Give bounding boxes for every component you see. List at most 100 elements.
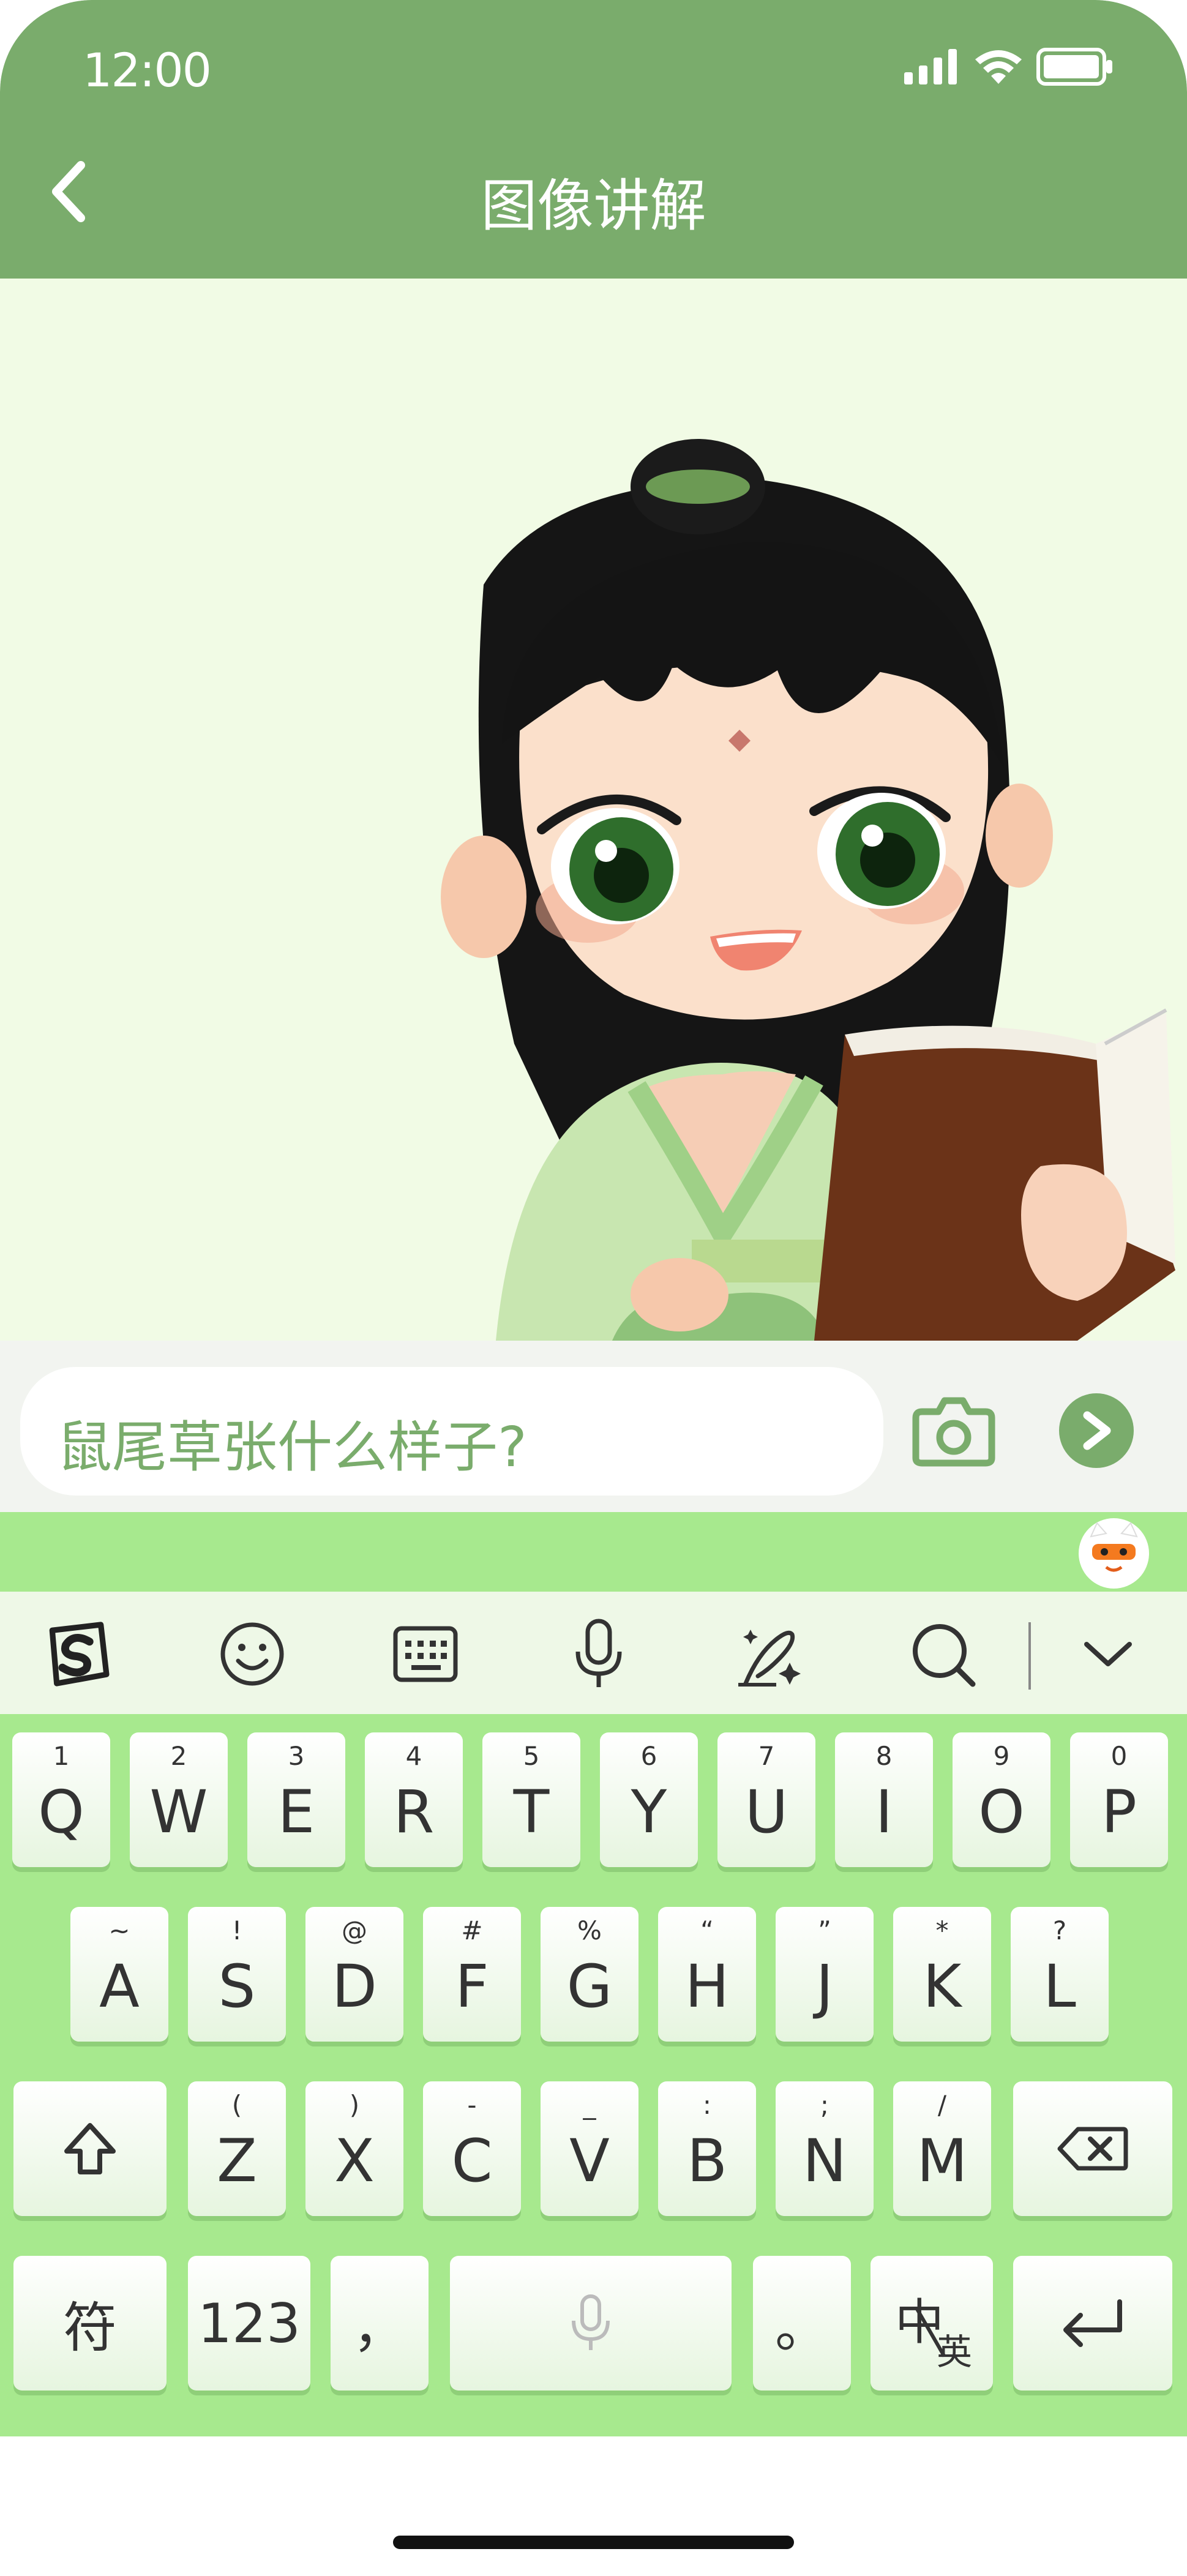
key-f[interactable]: # F (423, 1907, 521, 2042)
key-y[interactable]: 6Y (600, 1732, 698, 1867)
key-sub-label: ) (349, 2090, 360, 2120)
wifi-icon (975, 50, 1022, 84)
key-i[interactable]: 8I (835, 1732, 933, 1867)
key-sub-label: ; (820, 2090, 829, 2120)
key-sub-label: _ (583, 2090, 596, 2120)
key-sub-label: 9 (993, 1741, 1010, 1771)
key-label: Z (217, 2127, 257, 2195)
key-sub-label: 8 (875, 1741, 893, 1771)
send-button[interactable] (1059, 1393, 1134, 1468)
emoji-icon[interactable] (215, 1617, 289, 1691)
microphone-icon (572, 2294, 610, 2350)
keyboard-toolbar (0, 1592, 1187, 1714)
key-a[interactable]: ~ A (70, 1907, 168, 2042)
key-n[interactable]: ; N (776, 2081, 874, 2216)
key-u[interactable]: 7U (717, 1732, 815, 1867)
key-sub-label: 7 (758, 1741, 775, 1771)
key-sub-label: ” (818, 1915, 831, 1945)
key-label: B (687, 2127, 727, 2195)
key-sub-label: 5 (523, 1741, 540, 1771)
key-e[interactable]: 3E (247, 1732, 345, 1867)
key-label: O (978, 1778, 1025, 1846)
camera-icon[interactable] (911, 1393, 997, 1467)
language-switch-key[interactable]: 中 英 (871, 2256, 993, 2391)
shift-key[interactable] (13, 2081, 167, 2216)
key-g[interactable]: % G (541, 1907, 638, 2042)
key-c[interactable]: -C (423, 2081, 521, 2216)
key-sub-label: # (461, 1915, 483, 1945)
microphone-icon[interactable] (562, 1617, 635, 1691)
phone-screen: 12:00 图像讲解 鼠尾草张什么样子? 1 Q 2 W 3 E 4 R 5 T… (0, 0, 1187, 2576)
comma-key[interactable]: ， (331, 2256, 429, 2391)
key-label: K (923, 1952, 962, 2021)
key-o[interactable]: 9O (953, 1732, 1050, 1867)
key-z[interactable]: (Z (188, 2081, 286, 2216)
key-s[interactable]: ! S (188, 1907, 286, 2042)
key-label: U (744, 1778, 788, 1846)
message-input-bar: 鼠尾草张什么样子? (0, 1341, 1187, 1512)
key-label: 123 (198, 2291, 301, 2355)
key-x[interactable]: ) X (305, 2081, 403, 2216)
number-key[interactable]: 123 (188, 2256, 310, 2391)
key-sub-label: ? (1052, 1915, 1067, 1945)
key-label: A (99, 1952, 140, 2021)
illustration-area (0, 279, 1187, 1341)
key-sub-label: 6 (640, 1741, 657, 1771)
key-label: G (566, 1952, 613, 2021)
page-title: 图像讲解 (481, 173, 706, 239)
key-label: P (1101, 1778, 1137, 1846)
key-v[interactable]: _ V (541, 2081, 638, 2216)
key-r[interactable]: 4R (365, 1732, 463, 1867)
enter-key[interactable] (1013, 2256, 1172, 2391)
search-icon[interactable] (906, 1617, 979, 1691)
chevron-down-icon[interactable] (1071, 1617, 1145, 1691)
key-label: V (569, 2127, 610, 2195)
key-sub-label: ~ (108, 1915, 130, 1945)
enter-icon (1063, 2299, 1122, 2347)
key-sub-label: 1 (53, 1741, 70, 1771)
girl-with-book-illustration (441, 439, 1175, 1341)
key-sub-label: - (467, 2090, 477, 2120)
message-input[interactable]: 鼠尾草张什么样子? (20, 1367, 883, 1496)
key-label: N (803, 2127, 847, 2195)
status-icons (904, 48, 1114, 86)
key-t[interactable]: 5T (482, 1732, 580, 1867)
shift-arrow-icon (64, 2123, 116, 2174)
key-sub-label: @ (342, 1915, 367, 1945)
symbol-key[interactable]: 符 (13, 2256, 167, 2391)
key-label: E (277, 1778, 315, 1846)
key-j[interactable]: ” J (776, 1907, 874, 2042)
key-label: ， (352, 2296, 406, 2359)
sogou-logo-icon[interactable] (40, 1617, 113, 1691)
space-key[interactable] (450, 2256, 732, 2391)
key-label: Q (38, 1778, 84, 1846)
battery-icon (1036, 48, 1112, 86)
key-q[interactable]: 1Q (12, 1732, 110, 1867)
keyboard-icon[interactable] (389, 1617, 462, 1691)
keyboard-mascot-icon[interactable] (1079, 1518, 1149, 1589)
key-b[interactable]: :B (658, 2081, 756, 2216)
key-m[interactable]: / M (893, 2081, 991, 2216)
backspace-icon (1057, 2127, 1128, 2171)
period-key[interactable]: 。 (753, 2256, 851, 2391)
key-label: D (332, 1952, 377, 2021)
key-h[interactable]: “H (658, 1907, 756, 2042)
key-label: M (916, 2127, 968, 2195)
backspace-key[interactable] (1013, 2081, 1172, 2216)
key-sub-label: % (577, 1915, 602, 1945)
key-p[interactable]: 0P (1070, 1732, 1168, 1867)
home-indicator[interactable] (393, 2536, 794, 2549)
key-w[interactable]: 2W (130, 1732, 228, 1867)
soft-keyboard: 1Q 2W 3E 4R 5T 6Y 7U 8I 9O 0P ~ A ! S @ D #… (0, 1512, 1187, 2436)
key-d[interactable]: @ D (305, 1907, 403, 2042)
handwriting-icon[interactable] (733, 1617, 807, 1691)
key-sub-label: / (937, 2090, 947, 2120)
key-sub-label: 0 (1110, 1741, 1128, 1771)
key-k[interactable]: * K (893, 1907, 991, 2042)
key-l[interactable]: ? L (1011, 1907, 1109, 2042)
key-label: 符 (62, 2296, 117, 2359)
signal-icon (904, 49, 957, 84)
key-label: H (684, 1952, 730, 2021)
key-sub-label: : (702, 2090, 712, 2120)
key-label: Y (631, 1778, 667, 1846)
